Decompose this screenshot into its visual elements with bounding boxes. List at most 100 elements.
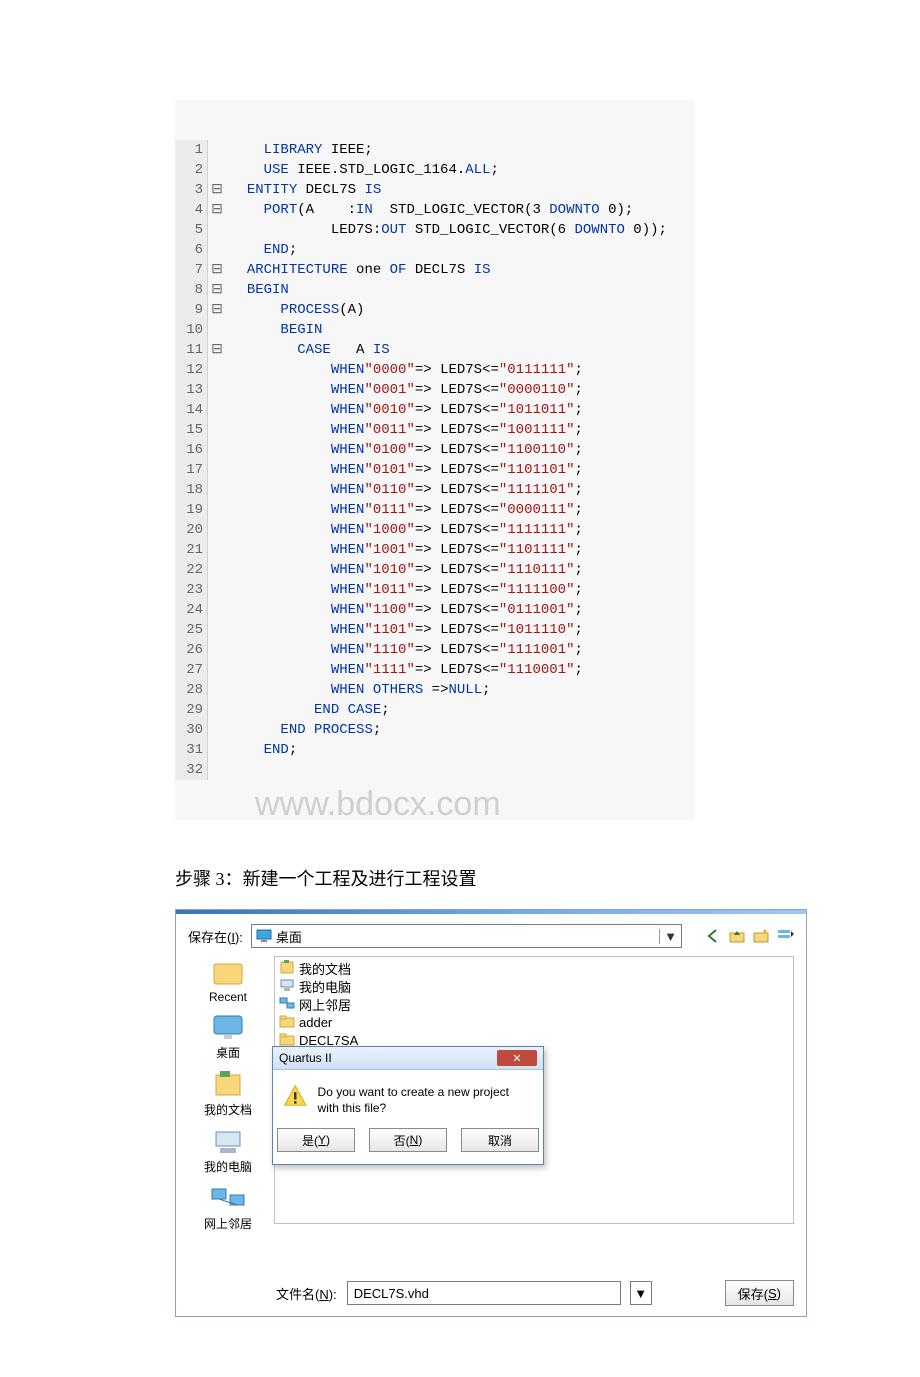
line-number: 24 xyxy=(175,600,208,620)
fold-icon[interactable]: ⊟ xyxy=(208,280,226,300)
msgbox-yes-button[interactable]: 是(Y) xyxy=(277,1128,355,1152)
code-line: 25 WHEN"1101"=> LED7S<="1011110"; xyxy=(175,620,695,640)
fold-icon[interactable]: ⊟ xyxy=(208,260,226,280)
line-number: 19 xyxy=(175,500,208,520)
code-line: 16 WHEN"0100"=> LED7S<="1100110"; xyxy=(175,440,695,460)
file-item-label: 我的文档 xyxy=(299,959,351,978)
fold-icon xyxy=(208,480,226,500)
code-text: WHEN"1000"=> LED7S<="1111111"; xyxy=(226,520,583,540)
combo-arrow-icon[interactable]: ▼ xyxy=(659,929,677,944)
place-network[interactable]: 网上邻居 xyxy=(204,1183,252,1232)
fold-icon xyxy=(208,500,226,520)
view-menu-icon[interactable] xyxy=(776,927,794,945)
save-dialog: 保存在(I): 桌面 ▼ xyxy=(175,909,807,1317)
code-line: 8⊟ BEGIN xyxy=(175,280,695,300)
code-text: BEGIN xyxy=(226,280,289,300)
fold-icon xyxy=(208,140,226,160)
line-number: 21 xyxy=(175,540,208,560)
code-line: 11⊟ CASE A IS xyxy=(175,340,695,360)
line-number: 6 xyxy=(175,240,208,260)
line-number: 1 xyxy=(175,140,208,160)
code-line: 10 BEGIN xyxy=(175,320,695,340)
watermark: www.bdocx.com xyxy=(255,794,501,814)
place-network-label: 网上邻居 xyxy=(204,1215,252,1232)
code-line: 24 WHEN"1100"=> LED7S<="0111001"; xyxy=(175,600,695,620)
code-line: 30 END PROCESS; xyxy=(175,720,695,740)
places-bar: Recent 桌面 我的文档 我的电脑 网上邻居 xyxy=(188,954,268,1266)
doc-icon xyxy=(279,959,295,978)
warning-icon xyxy=(283,1084,308,1114)
place-desktop[interactable]: 桌面 xyxy=(210,1012,246,1061)
code-line: 15 WHEN"0011"=> LED7S<="1001111"; xyxy=(175,420,695,440)
place-mycomputer[interactable]: 我的电脑 xyxy=(204,1126,252,1175)
code-line: 29 END CASE; xyxy=(175,700,695,720)
desktop-icon xyxy=(256,927,272,946)
code-text: ENTITY DECL7S IS xyxy=(226,180,381,200)
fold-icon[interactable]: ⊟ xyxy=(208,180,226,200)
code-line: 17 WHEN"0101"=> LED7S<="1101101"; xyxy=(175,460,695,480)
file-item[interactable]: 网上邻居 xyxy=(279,995,789,1013)
fold-icon xyxy=(208,620,226,640)
fold-icon xyxy=(208,540,226,560)
save-button[interactable]: 保存(S) xyxy=(725,1280,794,1306)
msgbox-no-button[interactable]: 否(N) xyxy=(369,1128,447,1152)
line-number: 9 xyxy=(175,300,208,320)
pc-icon xyxy=(279,977,295,996)
code-text: WHEN"1101"=> LED7S<="1011110"; xyxy=(226,620,583,640)
code-text: WHEN"1100"=> LED7S<="0111001"; xyxy=(226,600,583,620)
save-location-value: 桌面 xyxy=(276,927,302,946)
line-number: 13 xyxy=(175,380,208,400)
code-line: 12 WHEN"0000"=> LED7S<="0111111"; xyxy=(175,360,695,380)
line-number: 16 xyxy=(175,440,208,460)
file-item-label: adder xyxy=(299,1015,332,1030)
fold-icon xyxy=(208,160,226,180)
filename-label: 文件名(N): xyxy=(276,1284,337,1303)
line-number: 17 xyxy=(175,460,208,480)
fold-icon[interactable]: ⊟ xyxy=(208,200,226,220)
fold-icon[interactable]: ⊟ xyxy=(208,300,226,320)
fold-icon xyxy=(208,440,226,460)
file-item[interactable]: 我的文档 xyxy=(279,959,789,977)
code-text: END; xyxy=(226,740,297,760)
save-location-combo[interactable]: 桌面 ▼ xyxy=(251,924,682,948)
net-icon xyxy=(279,995,295,1014)
fold-icon xyxy=(208,640,226,660)
up-folder-icon[interactable] xyxy=(728,927,746,945)
file-item[interactable]: 我的电脑 xyxy=(279,977,789,995)
code-text: END CASE; xyxy=(226,700,390,720)
line-number: 29 xyxy=(175,700,208,720)
file-item[interactable]: adder xyxy=(279,1013,789,1031)
code-line: 13 WHEN"0001"=> LED7S<="0000110"; xyxy=(175,380,695,400)
code-line: 31 END; xyxy=(175,740,695,760)
filename-dropdown-icon[interactable]: ▼ xyxy=(630,1281,652,1305)
line-number: 32 xyxy=(175,760,208,780)
filename-input[interactable]: DECL7S.vhd xyxy=(347,1281,621,1305)
code-line: 7⊟ ARCHITECTURE one OF DECL7S IS xyxy=(175,260,695,280)
code-line: 3⊟ ENTITY DECL7S IS xyxy=(175,180,695,200)
code-text: CASE A IS xyxy=(226,340,390,360)
code-text: WHEN"1110"=> LED7S<="1111001"; xyxy=(226,640,583,660)
msgbox-text: Do you want to create a new project with… xyxy=(318,1084,533,1116)
quartus-msgbox: Quartus II ✕ Do you want to create a new… xyxy=(272,1046,544,1165)
fold-icon[interactable]: ⊟ xyxy=(208,340,226,360)
msgbox-cancel-button[interactable]: 取消 xyxy=(461,1128,539,1152)
line-number: 18 xyxy=(175,480,208,500)
new-folder-icon[interactable] xyxy=(752,927,770,945)
code-text: WHEN"1010"=> LED7S<="1110111"; xyxy=(226,560,583,580)
line-number: 12 xyxy=(175,360,208,380)
line-number: 22 xyxy=(175,560,208,580)
code-text xyxy=(226,760,230,780)
line-number: 14 xyxy=(175,400,208,420)
place-mydocs[interactable]: 我的文档 xyxy=(204,1069,252,1118)
line-number: 2 xyxy=(175,160,208,180)
place-recent-label: Recent xyxy=(209,990,247,1004)
code-line: 21 WHEN"1001"=> LED7S<="1101111"; xyxy=(175,540,695,560)
code-line: 23 WHEN"1011"=> LED7S<="1111100"; xyxy=(175,580,695,600)
msgbox-close-icon[interactable]: ✕ xyxy=(497,1050,537,1066)
back-icon[interactable] xyxy=(704,927,722,945)
msgbox-title: Quartus II xyxy=(279,1051,332,1065)
line-number: 28 xyxy=(175,680,208,700)
code-text: PORT(A :IN STD_LOGIC_VECTOR(3 DOWNTO 0); xyxy=(226,200,633,220)
place-recent[interactable]: Recent xyxy=(209,958,247,1004)
file-item-label: 我的电脑 xyxy=(299,977,351,996)
